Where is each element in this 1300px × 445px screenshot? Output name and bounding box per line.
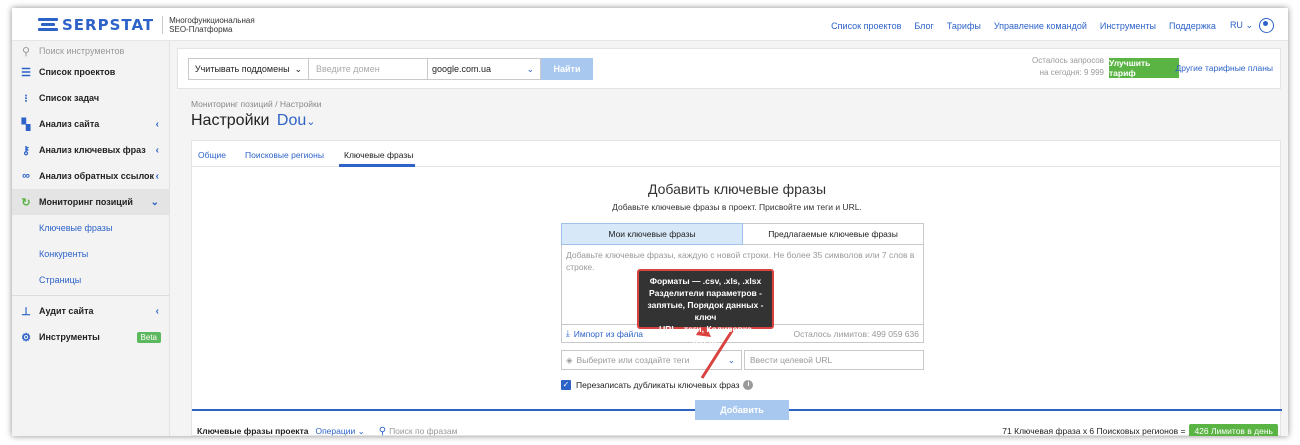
- tooltip-line: - URL - теги, Кодировка - UTF-8.: [653, 324, 758, 346]
- app-window: SERPSTAT Многофункциональная SEO-Платфор…: [12, 8, 1288, 436]
- tooltip-line: Разделители параметров -: [649, 288, 762, 298]
- tooltip-line: Форматы — .csv, .xls, .xlsx: [649, 276, 762, 286]
- annotation-arrow: [696, 311, 746, 379]
- tooltip-line: запятые, Порядок данных - ключ: [647, 300, 764, 322]
- import-format-tooltip: Форматы — .csv, .xls, .xlsx Разделители …: [637, 269, 774, 346]
